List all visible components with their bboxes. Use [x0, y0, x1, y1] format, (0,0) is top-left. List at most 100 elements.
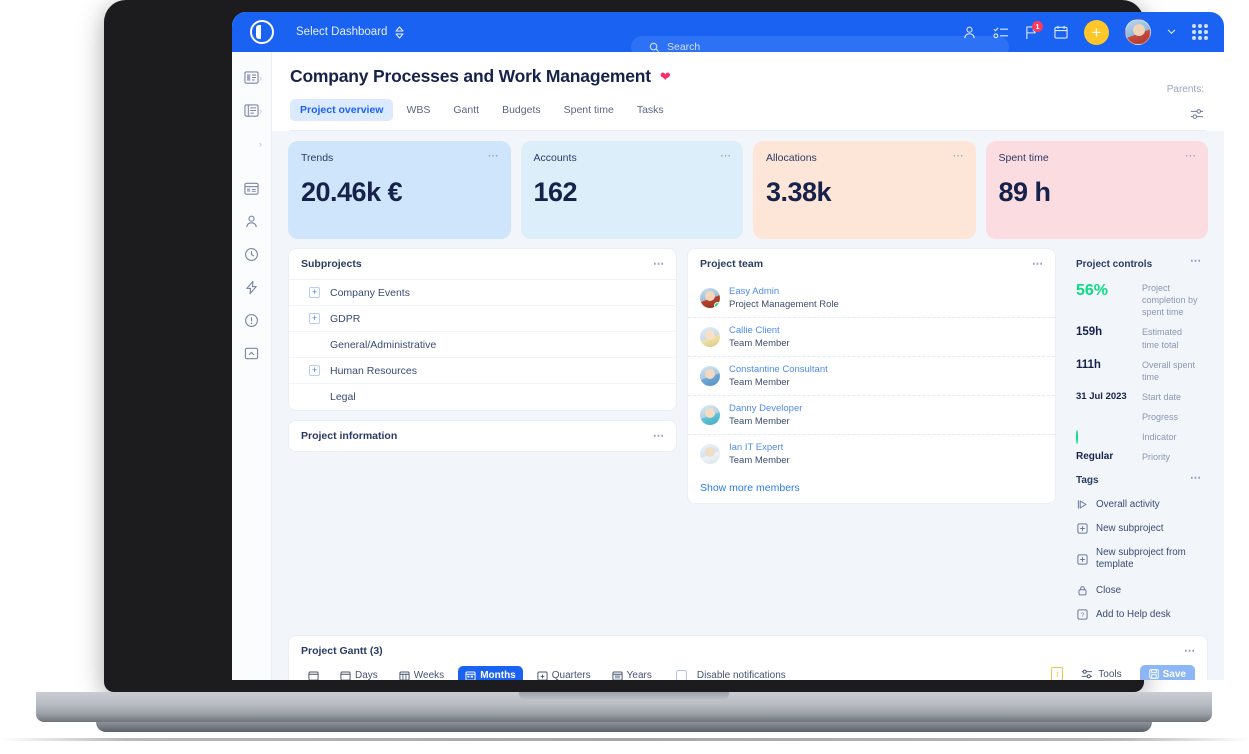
team-member-name[interactable]: Danny Developer — [729, 403, 802, 414]
more-options-icon[interactable]: ⋯ — [1185, 151, 1197, 162]
team-member-row[interactable]: Callie Client Team Member — [688, 318, 1055, 357]
sidebar-item-clock[interactable] — [244, 247, 259, 262]
control-label: Project completion by spent time — [1142, 283, 1198, 318]
flag-icon[interactable]: 1 — [1025, 20, 1043, 40]
dashboard-selector[interactable]: Select Dashboard — [296, 25, 404, 39]
scale-months-button[interactable]: Months — [458, 666, 523, 680]
app-logo-icon[interactable] — [250, 20, 274, 44]
subprojects-title: Subprojects ⋯ — [289, 249, 676, 280]
list-item-label: General/Administrative — [330, 338, 437, 351]
kpi-card-trends[interactable]: Trends 20.46k € ⋯ — [288, 141, 511, 239]
tab-budgets[interactable]: Budgets — [492, 99, 551, 121]
team-member-row[interactable]: Danny Developer Team Member — [688, 396, 1055, 435]
more-options-icon[interactable]: ⋯ — [953, 151, 965, 162]
tab-gantt[interactable]: Gantt — [443, 99, 489, 121]
action-label: Overall activity — [1096, 499, 1160, 511]
kpi-card-accounts[interactable]: Accounts 162 ⋯ — [520, 141, 743, 239]
kpi-card-spent-time[interactable]: Spent time 89 h ⋯ — [985, 141, 1208, 239]
save-button[interactable]: Save — [1139, 664, 1195, 680]
sidebar-item-lightning[interactable] — [244, 280, 259, 295]
avatar[interactable] — [1125, 19, 1151, 45]
more-options-icon[interactable]: ⋯ — [1032, 259, 1044, 270]
expand-icon[interactable]: + — [309, 365, 320, 376]
tab-tasks[interactable]: Tasks — [627, 99, 674, 121]
action-new-subproject[interactable]: New subproject — [1070, 517, 1204, 541]
heart-icon[interactable]: ❤ — [660, 69, 671, 85]
team-member-row[interactable]: Constantine Consultant Team Member — [688, 357, 1055, 396]
list-item[interactable]: Legal — [289, 384, 676, 410]
action-overall-activity[interactable]: Overall activity — [1070, 493, 1204, 517]
expand-icon[interactable]: + — [309, 287, 320, 298]
more-options-icon[interactable]: ⋯ — [1190, 472, 1202, 483]
sidebar-item-calendar-board[interactable] — [244, 181, 259, 196]
tab-wbs[interactable]: WBS — [396, 99, 440, 121]
list-item[interactable]: General/Administrative — [289, 332, 676, 358]
kpi-label: Allocations — [766, 152, 817, 164]
action-close[interactable]: Close — [1070, 578, 1204, 602]
project-gantt-panel: Project Gantt (3) ⋯ Days Weeks Months Qu… — [288, 635, 1208, 680]
sidebar-item-archive[interactable] — [244, 346, 259, 361]
scale-years-button[interactable]: Years — [605, 666, 659, 680]
screen: Select Dashboard Search 1 + › › › Compan… — [232, 12, 1224, 680]
alert-icon — [245, 314, 258, 327]
scale-label: Days — [355, 670, 378, 680]
control-row-spent: 111h Overall spent time — [1070, 355, 1204, 387]
scale-quarters-button[interactable]: Quarters — [530, 666, 598, 680]
more-options-icon[interactable]: ⋯ — [720, 151, 732, 162]
list-item[interactable]: + GDPR — [289, 306, 676, 332]
list-item[interactable]: + Company Events — [289, 280, 676, 306]
action-new-subproject-from-template[interactable]: New subproject from template — [1070, 541, 1204, 578]
tab-project-overview[interactable]: Project overview — [290, 99, 394, 121]
more-options-icon[interactable]: ⋯ — [1184, 646, 1196, 657]
action-add-to-help-desk[interactable]: ? Add to Help desk — [1070, 602, 1204, 626]
sidebar-item-list[interactable]: › — [244, 103, 262, 118]
team-member-row[interactable]: Easy Admin Project Management Role — [688, 279, 1055, 318]
info-icon[interactable]: i — [1051, 667, 1064, 680]
calendar-icon — [308, 671, 319, 680]
action-label: New subproject from template — [1096, 546, 1186, 571]
more-options-icon[interactable]: ⋯ — [1190, 256, 1202, 267]
svg-text:?: ? — [1080, 611, 1084, 618]
control-label: Priority — [1142, 452, 1171, 463]
laptop-frame: Select Dashboard Search 1 + › › › Compan… — [0, 0, 1249, 754]
add-new-button[interactable]: + — [1084, 19, 1109, 45]
tab-spent-time[interactable]: Spent time — [554, 99, 624, 121]
tools-button[interactable]: Tools — [1074, 664, 1128, 680]
sidebar-item-dashboard[interactable]: › — [244, 70, 262, 85]
apps-grid-icon[interactable] — [1192, 24, 1208, 40]
settings-sliders-icon[interactable] — [1190, 107, 1204, 126]
team-member-name[interactable]: Easy Admin — [729, 286, 839, 297]
calendar-icon[interactable] — [1054, 25, 1068, 39]
question-box-icon: ? — [1076, 608, 1088, 620]
gantt-right-actions: i Tools Save — [1051, 664, 1195, 680]
calendar-button[interactable] — [301, 666, 326, 680]
team-member-name[interactable]: Ian IT Expert — [729, 442, 790, 453]
disable-notifications-checkbox[interactable] — [675, 670, 687, 680]
tab-bar: Project overview WBS Gantt Budgets Spent… — [290, 99, 1206, 121]
sidebar-item-alert[interactable] — [244, 313, 259, 328]
kpi-value: 89 h — [998, 177, 1052, 207]
more-options-icon[interactable]: ⋯ — [488, 151, 500, 162]
left-rail: › › › — [232, 52, 272, 680]
project-team-panel: Project team ⋯ Easy Admin Project Manage… — [687, 248, 1056, 504]
online-status-dot — [714, 302, 720, 308]
more-options-icon[interactable]: ⋯ — [653, 259, 665, 270]
panel-title-text: Project information — [301, 430, 398, 442]
scale-weeks-button[interactable]: Weeks — [392, 666, 451, 680]
kpi-card-allocations[interactable]: Allocations 3.38k ⋯ — [753, 141, 976, 239]
show-more-members-link[interactable]: Show more members — [688, 473, 1055, 503]
chevron-down-icon[interactable] — [1167, 29, 1176, 35]
tasks-icon[interactable] — [993, 25, 1009, 40]
user-icon — [246, 215, 257, 228]
person-icon[interactable] — [962, 25, 977, 40]
scale-label: Weeks — [413, 670, 445, 680]
team-member-row[interactable]: Ian IT Expert Team Member — [688, 435, 1055, 473]
team-member-name[interactable]: Constantine Consultant — [729, 364, 828, 375]
team-member-name[interactable]: Callie Client — [729, 325, 790, 336]
scale-days-button[interactable]: Days — [333, 666, 385, 680]
more-options-icon[interactable]: ⋯ — [653, 431, 665, 442]
sidebar-item-user[interactable] — [244, 214, 259, 229]
list-item[interactable]: + Human Resources — [289, 358, 676, 384]
control-row-start-date: 31 Jul 2023 Start date — [1070, 387, 1204, 407]
expand-icon[interactable]: + — [309, 313, 320, 324]
